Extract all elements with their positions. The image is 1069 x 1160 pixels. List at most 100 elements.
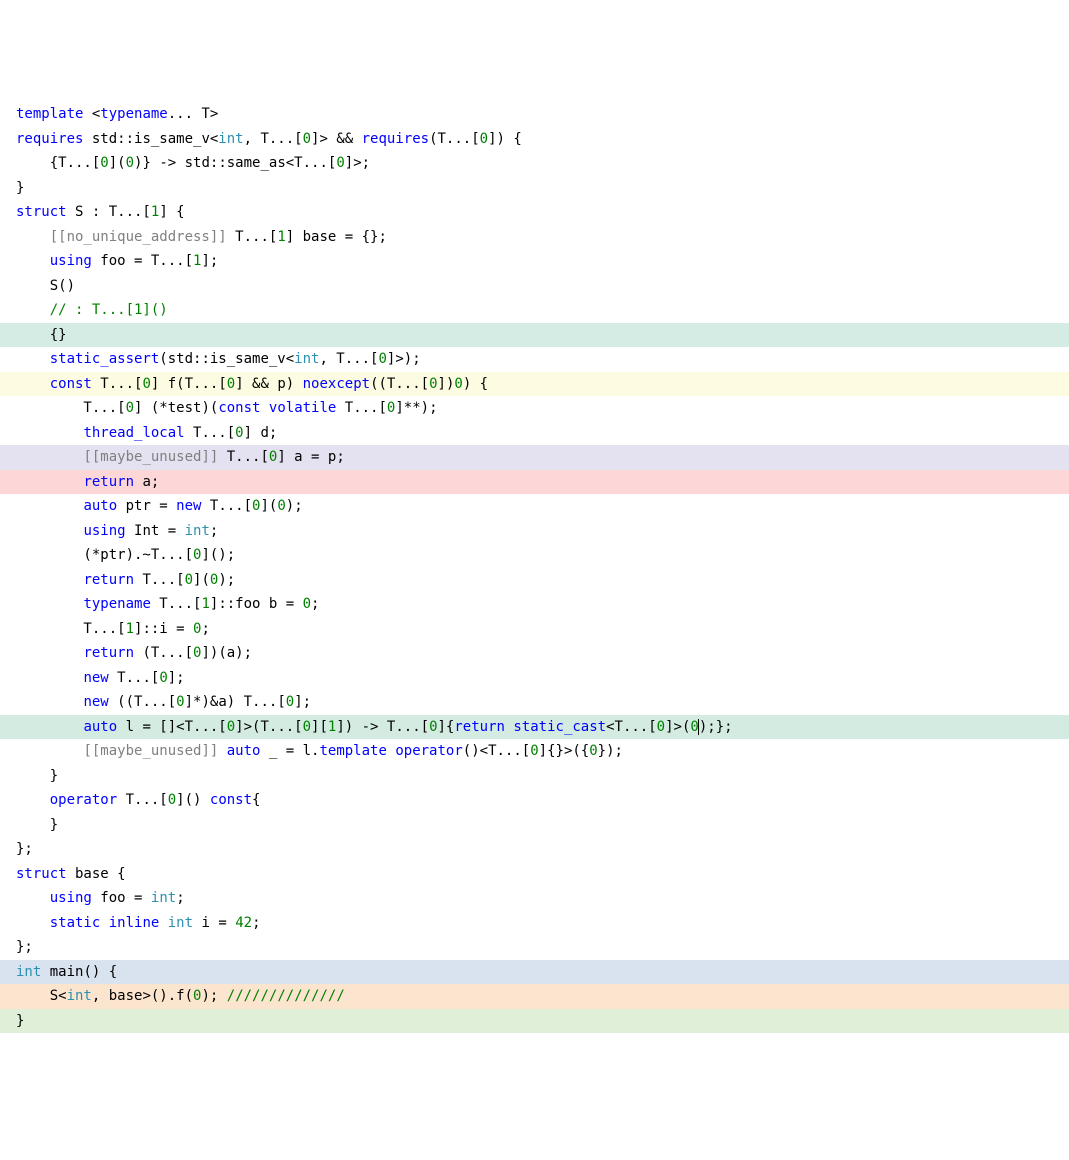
token-op: S< bbox=[16, 988, 67, 1004]
token-op bbox=[16, 376, 50, 392]
token-op: , T...[ bbox=[319, 351, 378, 367]
code-line-6[interactable]: [[no_unique_address]] T...[1] base = {}; bbox=[0, 225, 1069, 250]
token-op: ]; bbox=[294, 694, 311, 710]
code-line-4[interactable]: } bbox=[0, 176, 1069, 201]
code-line-28[interactable]: } bbox=[0, 764, 1069, 789]
code-line-14[interactable]: thread_local T...[0] d; bbox=[0, 421, 1069, 446]
code-line-18[interactable]: using Int = int; bbox=[0, 519, 1069, 544]
code-line-16[interactable]: return a; bbox=[0, 470, 1069, 495]
code-line-7[interactable]: using foo = T...[1]; bbox=[0, 249, 1069, 274]
code-line-13[interactable]: T...[0] (*test)(const volatile T...[0]**… bbox=[0, 396, 1069, 421]
token-op bbox=[16, 792, 50, 808]
token-op: foo = T...[ bbox=[92, 253, 193, 269]
token-kw: new bbox=[83, 670, 108, 686]
token-op: )} -> std::same_as<T...[ bbox=[134, 155, 336, 171]
token-op: l = []<T...[ bbox=[117, 719, 227, 735]
token-op: ]) bbox=[438, 376, 455, 392]
code-line-26[interactable]: auto l = []<T...[0]>(T...[0][1]) -> T...… bbox=[0, 715, 1069, 740]
token-kw: noexcept bbox=[303, 376, 370, 392]
code-line-39[interactable]: S<int, base>().f(0); ////////////// bbox=[0, 984, 1069, 1009]
code-line-15[interactable]: [[maybe_unused]] T...[0] a = p; bbox=[0, 445, 1069, 470]
code-line-33[interactable]: struct base { bbox=[0, 862, 1069, 887]
code-line-25[interactable]: new ((T...[0]*)&a) T...[0]; bbox=[0, 690, 1069, 715]
token-op: ]>(T...[ bbox=[235, 719, 302, 735]
token-op: }); bbox=[598, 743, 623, 759]
token-num: 0 bbox=[303, 719, 311, 735]
code-line-27[interactable]: [[maybe_unused]] auto _ = l.template ope… bbox=[0, 739, 1069, 764]
token-cmt: ////////////// bbox=[227, 988, 345, 1004]
token-num: 0 bbox=[530, 743, 538, 759]
code-line-36[interactable]: }; bbox=[0, 935, 1069, 960]
token-kw: return bbox=[83, 645, 134, 661]
token-num: 0 bbox=[429, 376, 437, 392]
code-line-34[interactable]: using foo = int; bbox=[0, 886, 1069, 911]
token-op: ); bbox=[286, 498, 303, 514]
token-op: ]() bbox=[176, 792, 210, 808]
token-op bbox=[260, 400, 268, 416]
token-kw: static_cast bbox=[513, 719, 606, 735]
code-line-23[interactable]: return (T...[0])(a); bbox=[0, 641, 1069, 666]
code-line-19[interactable]: (*ptr).~T...[0](); bbox=[0, 543, 1069, 568]
token-op: ((T...[ bbox=[370, 376, 429, 392]
token-op: std::is_same_v< bbox=[83, 131, 218, 147]
token-type: int bbox=[67, 988, 92, 1004]
token-op: ... T> bbox=[168, 106, 219, 122]
code-line-21[interactable]: typename T...[1]::foo b = 0; bbox=[0, 592, 1069, 617]
token-op: ; bbox=[176, 890, 184, 906]
code-editor[interactable]: template <typename... T>requires std::is… bbox=[0, 102, 1069, 1033]
token-num: 0 bbox=[168, 792, 176, 808]
code-line-5[interactable]: struct S : T...[1] { bbox=[0, 200, 1069, 225]
code-line-20[interactable]: return T...[0](0); bbox=[0, 568, 1069, 593]
token-op: ; bbox=[201, 621, 209, 637]
token-op: ])(a); bbox=[201, 645, 252, 661]
code-line-2[interactable]: requires std::is_same_v<int, T...[0]> &&… bbox=[0, 127, 1069, 152]
token-op: ]) { bbox=[488, 131, 522, 147]
code-line-24[interactable]: new T...[0]; bbox=[0, 666, 1069, 691]
code-line-38[interactable]: int main() { bbox=[0, 960, 1069, 985]
token-kw: template bbox=[16, 106, 83, 122]
token-kw: auto bbox=[227, 743, 261, 759]
token-kw: new bbox=[83, 694, 108, 710]
token-op: base { bbox=[67, 866, 126, 882]
token-op: ]> && bbox=[311, 131, 362, 147]
code-line-3[interactable]: {T...[0](0)} -> std::same_as<T...[0]>; bbox=[0, 151, 1069, 176]
token-op: ]( bbox=[109, 155, 126, 171]
token-op: _ = l. bbox=[260, 743, 319, 759]
token-kw: using bbox=[50, 253, 92, 269]
token-op: T...[ bbox=[92, 376, 143, 392]
code-line-40[interactable]: } bbox=[0, 1009, 1069, 1034]
token-op: {} bbox=[16, 327, 67, 343]
token-op: ]( bbox=[193, 572, 210, 588]
token-op: T...[ bbox=[201, 498, 252, 514]
token-op: ]>; bbox=[345, 155, 370, 171]
code-line-22[interactable]: T...[1]::i = 0; bbox=[0, 617, 1069, 642]
token-op: } bbox=[16, 817, 58, 833]
code-line-35[interactable]: static inline int i = 42; bbox=[0, 911, 1069, 936]
code-line-29[interactable]: operator T...[0]() const{ bbox=[0, 788, 1069, 813]
code-line-17[interactable]: auto ptr = new T...[0](0); bbox=[0, 494, 1069, 519]
token-kw: static bbox=[50, 915, 101, 931]
code-line-30[interactable]: } bbox=[0, 813, 1069, 838]
token-op: ; bbox=[311, 596, 319, 612]
token-op: T...[ bbox=[336, 400, 387, 416]
token-num: 0 bbox=[454, 376, 462, 392]
token-op bbox=[16, 498, 83, 514]
token-op: T...[ bbox=[16, 400, 126, 416]
token-op: { bbox=[252, 792, 260, 808]
token-op bbox=[16, 253, 50, 269]
token-num: 0 bbox=[378, 351, 386, 367]
token-kw: auto bbox=[83, 719, 117, 735]
token-kw: struct bbox=[16, 866, 67, 882]
token-op: ptr = bbox=[117, 498, 176, 514]
token-op: }; bbox=[16, 841, 33, 857]
token-type: int bbox=[16, 964, 41, 980]
token-op bbox=[16, 694, 83, 710]
code-line-11[interactable]: static_assert(std::is_same_v<int, T...[0… bbox=[0, 347, 1069, 372]
code-line-12[interactable]: const T...[0] f(T...[0] && p) noexcept((… bbox=[0, 372, 1069, 397]
code-line-10[interactable]: {} bbox=[0, 323, 1069, 348]
token-op: ]>( bbox=[665, 719, 690, 735]
code-line-31[interactable]: }; bbox=[0, 837, 1069, 862]
code-line-9[interactable]: // : T...[1]() bbox=[0, 298, 1069, 323]
code-line-8[interactable]: S() bbox=[0, 274, 1069, 299]
code-line-1[interactable]: template <typename... T> bbox=[0, 102, 1069, 127]
